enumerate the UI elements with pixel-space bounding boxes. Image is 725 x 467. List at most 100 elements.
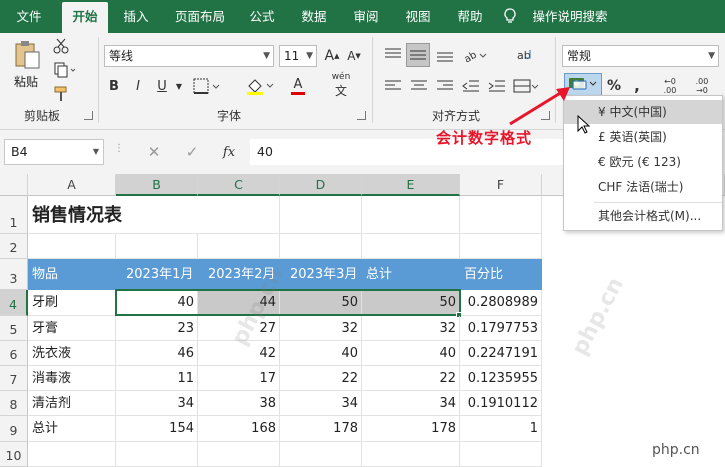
wrap-text-icon[interactable]: ab: [512, 43, 540, 67]
cell-e2[interactable]: [362, 234, 460, 259]
col-header-d[interactable]: D: [280, 174, 362, 196]
drag-handle-icon[interactable]: ⋮: [114, 143, 124, 154]
font-launcher-icon[interactable]: [357, 111, 366, 120]
cell-c2[interactable]: [198, 234, 280, 259]
row-header-7[interactable]: 7: [0, 366, 28, 391]
row-header-8[interactable]: 8: [0, 391, 28, 416]
cancel-icon[interactable]: ✕: [144, 143, 164, 161]
align-center-icon[interactable]: [406, 75, 432, 97]
row-header-4[interactable]: 4: [0, 290, 28, 316]
cell-c10[interactable]: [198, 442, 280, 467]
cell-c1[interactable]: [198, 196, 280, 234]
name-box[interactable]: B4 ▼: [4, 139, 104, 165]
cell-e1[interactable]: [362, 196, 460, 234]
middle-align-icon[interactable]: [406, 43, 430, 67]
table-cell[interactable]: 23: [116, 316, 198, 341]
orientation-icon[interactable]: ab: [460, 43, 490, 67]
table-cell[interactable]: 178: [362, 416, 460, 442]
row-header-3[interactable]: 3: [0, 259, 28, 290]
align-left-icon[interactable]: [380, 75, 406, 97]
row-header-1[interactable]: 1: [0, 196, 28, 234]
table-cell[interactable]: 34: [362, 391, 460, 416]
table-cell[interactable]: 0.1797753: [460, 316, 542, 341]
table-cell[interactable]: 0.2808989: [460, 290, 542, 316]
table-cell[interactable]: 40: [280, 341, 362, 366]
col-header-f[interactable]: F: [460, 174, 542, 196]
table-cell[interactable]: 42: [198, 341, 280, 366]
tell-me-search[interactable]: 操作说明搜索: [528, 0, 612, 33]
tab-review[interactable]: 审阅: [346, 0, 386, 33]
header-cell-total[interactable]: 总计: [362, 259, 460, 290]
table-cell[interactable]: 总计: [28, 416, 116, 442]
phonetic-guide-button[interactable]: wén 文: [326, 71, 356, 99]
font-color-button[interactable]: A: [282, 75, 314, 97]
table-cell[interactable]: 牙刷: [28, 290, 116, 316]
bold-button[interactable]: B: [104, 75, 124, 97]
cell-f1[interactable]: [460, 196, 542, 234]
table-cell[interactable]: 32: [280, 316, 362, 341]
tab-help[interactable]: 帮助: [450, 0, 490, 33]
paste-label[interactable]: 粘贴: [14, 73, 38, 90]
table-cell[interactable]: 32: [362, 316, 460, 341]
row-header-9[interactable]: 9: [0, 416, 28, 442]
col-header-c[interactable]: C: [198, 174, 280, 196]
comma-style-button[interactable]: ,: [628, 75, 646, 97]
cell-f2[interactable]: [460, 234, 542, 259]
italic-button[interactable]: I: [128, 75, 148, 97]
tab-view[interactable]: 视图: [398, 0, 438, 33]
cell-a10[interactable]: [28, 442, 116, 467]
percent-style-button[interactable]: %: [604, 75, 624, 97]
border-icon[interactable]: [192, 75, 222, 97]
row-header-2[interactable]: 2: [0, 234, 28, 259]
copy-icon[interactable]: [52, 61, 78, 79]
tab-file[interactable]: 文件: [8, 0, 50, 33]
header-cell-percent[interactable]: 百分比: [460, 259, 542, 290]
table-cell[interactable]: 11: [116, 366, 198, 391]
decrease-indent-icon[interactable]: [458, 75, 484, 97]
tab-data[interactable]: 数据: [294, 0, 334, 33]
table-cell[interactable]: 168: [198, 416, 280, 442]
tab-insert[interactable]: 插入: [116, 0, 156, 33]
cell-e10[interactable]: [362, 442, 460, 467]
table-cell[interactable]: 22: [280, 366, 362, 391]
cell-f10[interactable]: [460, 442, 542, 467]
bottom-align-icon[interactable]: [432, 43, 458, 67]
table-cell[interactable]: 178: [280, 416, 362, 442]
cell-d1[interactable]: [280, 196, 362, 234]
underline-button[interactable]: U: [152, 75, 172, 97]
table-cell[interactable]: 154: [116, 416, 198, 442]
table-cell[interactable]: 消毒液: [28, 366, 116, 391]
format-painter-icon[interactable]: [52, 85, 70, 103]
clipboard-launcher-icon[interactable]: [84, 111, 93, 120]
table-cell[interactable]: 1: [460, 416, 542, 442]
menu-item-chf[interactable]: CHF 法语(瑞士): [564, 175, 722, 199]
header-cell-item[interactable]: 物品: [28, 259, 116, 290]
cut-icon[interactable]: [52, 37, 70, 55]
tab-formulas[interactable]: 公式: [242, 0, 282, 33]
menu-item-more-formats[interactable]: 其他会计格式(M)...: [564, 204, 722, 228]
table-cell[interactable]: 34: [280, 391, 362, 416]
cell-d2[interactable]: [280, 234, 362, 259]
table-cell[interactable]: 46: [116, 341, 198, 366]
table-cell[interactable]: 40: [362, 341, 460, 366]
table-cell[interactable]: 0.2247191: [460, 341, 542, 366]
col-header-b[interactable]: B: [116, 174, 198, 196]
chevron-down-icon[interactable]: ▼: [174, 75, 184, 97]
enter-icon[interactable]: ✓: [182, 143, 202, 161]
cell-a2[interactable]: [28, 234, 116, 259]
row-header-10[interactable]: 10: [0, 442, 28, 467]
tab-page-layout[interactable]: 页面布局: [168, 0, 232, 33]
table-cell[interactable]: 0.1235955: [460, 366, 542, 391]
table-cell[interactable]: 0.1910112: [460, 391, 542, 416]
decrease-font-size-button[interactable]: A ▼: [344, 45, 364, 67]
col-header-a[interactable]: A: [28, 174, 116, 196]
number-format-select[interactable]: 常规 ▼: [562, 45, 719, 67]
table-cell[interactable]: 牙膏: [28, 316, 116, 341]
table-cell[interactable]: 34: [116, 391, 198, 416]
header-cell-mar[interactable]: 2023年3月: [280, 259, 362, 290]
increase-font-size-button[interactable]: A ▲: [322, 45, 342, 67]
tab-home[interactable]: 开始: [62, 2, 108, 33]
sheet-title[interactable]: 销售情况表: [28, 196, 198, 234]
align-right-icon[interactable]: [432, 75, 458, 97]
table-cell[interactable]: 22: [362, 366, 460, 391]
